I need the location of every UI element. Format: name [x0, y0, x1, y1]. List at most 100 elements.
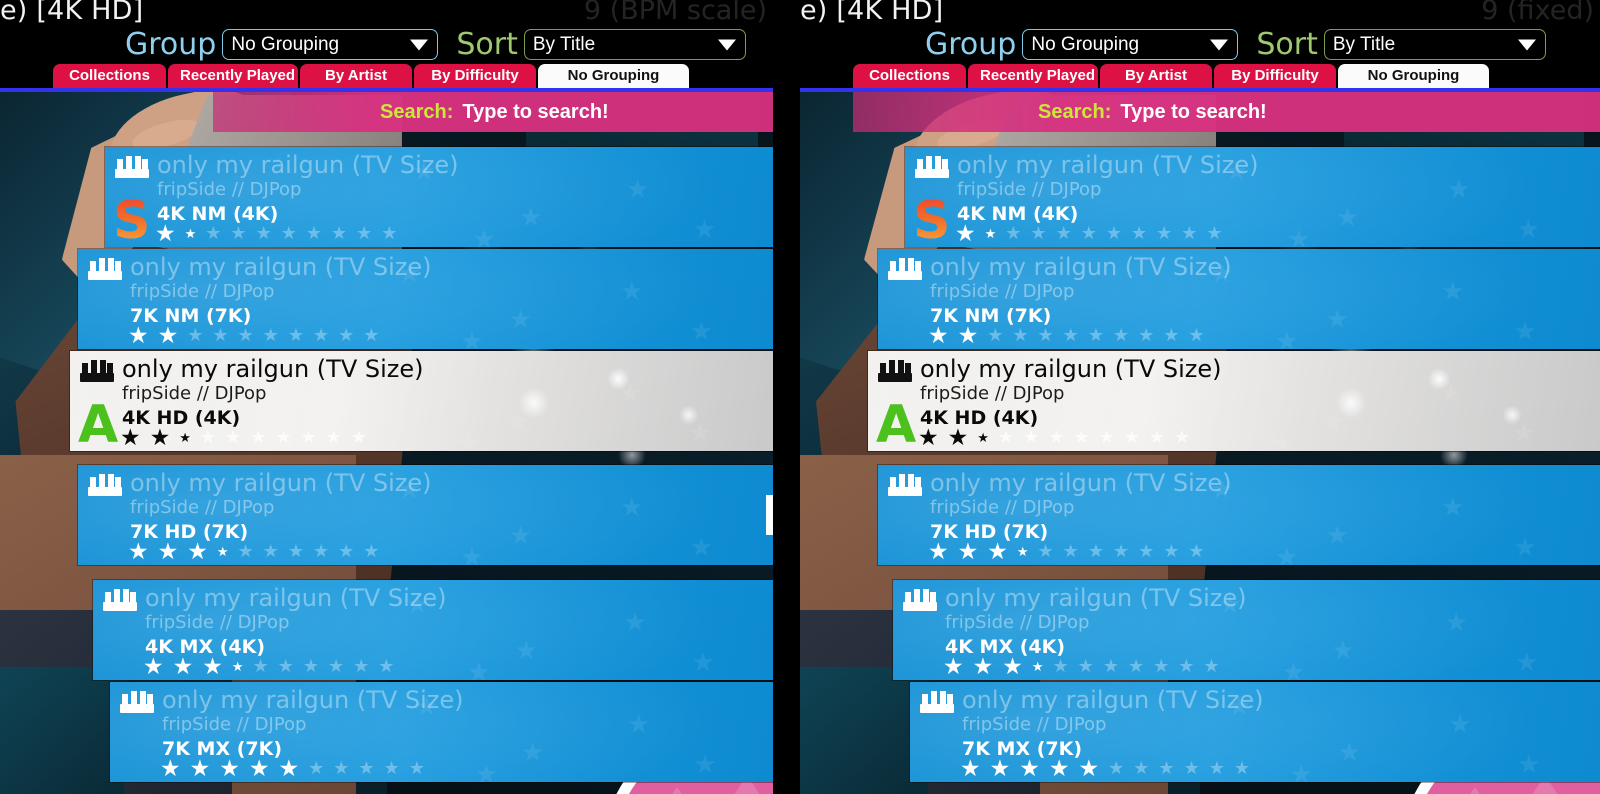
- song-title: only my railgun (TV Size): [945, 584, 1247, 612]
- tab-by-difficulty[interactable]: By Difficulty: [1214, 64, 1336, 88]
- star-empty: ★: [199, 427, 217, 448]
- star-empty: ★: [1208, 758, 1225, 779]
- difficulty-stars: ★ ★ ★ ★ ★ ★ ★ ★ ★ ★ ★: [928, 540, 1214, 563]
- star-full: ★: [189, 755, 211, 782]
- star-empty: ★: [1138, 541, 1155, 562]
- star-empty: ★: [308, 758, 325, 779]
- song-title: only my railgun (TV Size): [962, 686, 1264, 714]
- star-empty: ★: [1233, 758, 1250, 779]
- song-list-item[interactable]: ★ ★ ★ ★ ★ only my railgun (TV Size) fripSide /…: [878, 249, 1600, 349]
- star-empty: ★: [330, 223, 348, 244]
- star-empty: ★: [1133, 758, 1150, 779]
- song-select-screen: ★ ★ ★ ★ ★ only my railgun (TV Size) fripSide /…: [0, 0, 1600, 794]
- star-full: ★: [947, 424, 969, 451]
- song-artist: fripSide // DJPop: [920, 383, 1065, 404]
- song-list-item[interactable]: ★ ★ ★ ★ ★ only my railgun (TV Size) fripSide /…: [105, 147, 773, 247]
- star-empty: ★: [237, 541, 254, 562]
- song-list-item[interactable]: ★ ★ ★ ★ ★ only my railgun (TV Size) fripSide /…: [878, 465, 1600, 565]
- star-empty: ★: [1087, 541, 1104, 562]
- sort-select[interactable]: By Title: [1323, 29, 1546, 60]
- star-empty: ★: [275, 427, 292, 448]
- sort-select[interactable]: By Title: [523, 29, 746, 60]
- keyboard-icon: [903, 589, 937, 611]
- star-empty: ★: [1062, 325, 1079, 346]
- grouping-sorting-controls: Group No Grouping Sort By Title: [925, 29, 1546, 60]
- tab-no-grouping[interactable]: No Grouping: [538, 64, 689, 88]
- group-select-value: No Grouping: [1031, 33, 1140, 55]
- song-list-item[interactable]: ★ ★ ★ ★ ★ only my railgun (TV Size) fripSide /…: [905, 147, 1600, 247]
- grade-badge: S: [913, 191, 951, 247]
- star-full: ★: [1078, 755, 1100, 782]
- song-artist: fripSide // DJPop: [957, 179, 1102, 200]
- tab-by-difficulty[interactable]: By Difficulty: [414, 64, 536, 88]
- search-bar[interactable]: Search: Type to search!: [853, 92, 1600, 132]
- difficulty-stars: ★ ★ ★ ★ ★ ★ ★ ★ ★ ★: [155, 222, 406, 245]
- search-input[interactable]: Type to search!: [462, 101, 608, 124]
- tab-collections[interactable]: Collections: [53, 64, 166, 88]
- grouping-sorting-controls: Group No Grouping Sort By Title: [125, 29, 746, 60]
- song-list-item-selected[interactable]: ★ ★ ★ ★ ★ only my railgun (TV Size) fripSide /…: [868, 351, 1600, 451]
- star-full: ★: [128, 538, 149, 565]
- song-list-item[interactable]: ★ ★ ★ ★ ★ only my railgun (TV Size) fripSide /…: [78, 465, 773, 565]
- star-empty: ★: [358, 758, 375, 779]
- star-empty: ★: [325, 427, 342, 448]
- star-full: ★: [955, 220, 976, 247]
- star-empty: ★: [255, 223, 272, 244]
- star-empty: ★: [1037, 325, 1054, 346]
- sort-label: Sort: [1256, 26, 1318, 62]
- star-full: ★: [918, 424, 939, 451]
- star-empty: ★: [300, 427, 317, 448]
- song-list-item-selected[interactable]: ★ ★ ★ ★ ★ only my railgun (TV Size) fripSide /…: [70, 351, 773, 451]
- tab-no-grouping[interactable]: No Grouping: [1338, 64, 1489, 88]
- bpm-info-label: 9 (fixed): [1481, 0, 1594, 26]
- tab-by-artist[interactable]: By Artist: [300, 64, 412, 88]
- difficulty-stars: ★ ★ ★ ★ ★ ★ ★ ★ ★ ★ ★: [928, 324, 1214, 347]
- star-empty: ★: [1037, 541, 1054, 562]
- tab-recently-played[interactable]: Recently Played: [168, 64, 298, 88]
- song-artist: fripSide // DJPop: [930, 497, 1075, 518]
- star-empty: ★: [353, 656, 370, 677]
- star-empty: ★: [287, 325, 304, 346]
- star-empty: ★: [327, 656, 345, 677]
- song-list-item[interactable]: ★ ★ ★ ★ ★ only my railgun (TV Size) fripSide /…: [893, 580, 1600, 680]
- star-empty: ★: [350, 427, 367, 448]
- tab-by-artist[interactable]: By Artist: [1100, 64, 1212, 88]
- star-empty: ★: [383, 758, 400, 779]
- scroll-indicator[interactable]: [766, 495, 773, 535]
- difficulty-stars: ★ ★ ★ ★ ★ ★ ★ ★ ★ ★: [160, 755, 434, 782]
- tab-recently-played[interactable]: Recently Played: [968, 64, 1098, 88]
- star-empty: ★: [312, 325, 330, 346]
- star-empty: ★: [302, 656, 319, 677]
- keyboard-icon: [120, 691, 154, 713]
- song-list-item[interactable]: ★ ★ ★ ★ ★ only my railgun (TV Size) fripSide /…: [93, 580, 773, 680]
- difficulty-stars: ★ ★ ★ ★ ★ ★ ★ ★ ★ ★: [120, 426, 376, 449]
- group-select[interactable]: No Grouping: [222, 29, 439, 60]
- group-select[interactable]: No Grouping: [1022, 29, 1239, 60]
- star-empty: ★: [1183, 758, 1200, 779]
- tab-collections[interactable]: Collections: [853, 64, 966, 88]
- search-input[interactable]: Type to search!: [1120, 101, 1266, 124]
- panel-right: ★ ★ ★ ★ ★ only my railgun (TV Size) fripSide /…: [800, 0, 1600, 794]
- star-small: ★: [1031, 659, 1044, 675]
- song-artist: fripSide // DJPop: [130, 497, 275, 518]
- song-list-item[interactable]: ★ ★ ★ ★ ★ only my railgun (TV Size) fripSide /…: [910, 682, 1600, 782]
- star-empty: ★: [363, 325, 380, 346]
- star-full: ★: [202, 653, 223, 680]
- star-small: ★: [231, 659, 244, 675]
- song-title: only my railgun (TV Size): [145, 584, 447, 612]
- difficulty-stars: ★ ★ ★ ★ ★ ★ ★ ★ ★ ★: [128, 324, 388, 347]
- song-artist: fripSide // DJPop: [962, 714, 1107, 735]
- song-title: only my railgun (TV Size): [122, 355, 424, 383]
- search-bar[interactable]: Search: Type to search!: [213, 92, 773, 132]
- star-empty: ★: [1055, 223, 1072, 244]
- keyboard-icon: [920, 691, 954, 713]
- star-full: ★: [960, 755, 981, 782]
- star-empty: ★: [408, 758, 425, 779]
- song-list-item[interactable]: ★ ★ ★ ★ ★ only my railgun (TV Size) fripSide /…: [78, 249, 773, 349]
- star-empty: ★: [1030, 223, 1047, 244]
- star-empty: ★: [230, 223, 247, 244]
- star-empty: ★: [987, 325, 1004, 346]
- star-empty: ★: [1102, 656, 1119, 677]
- song-artist: fripSide // DJPop: [162, 714, 307, 735]
- song-list-item[interactable]: ★ ★ ★ ★ ★ only my railgun (TV Size) fripSide /…: [110, 682, 773, 782]
